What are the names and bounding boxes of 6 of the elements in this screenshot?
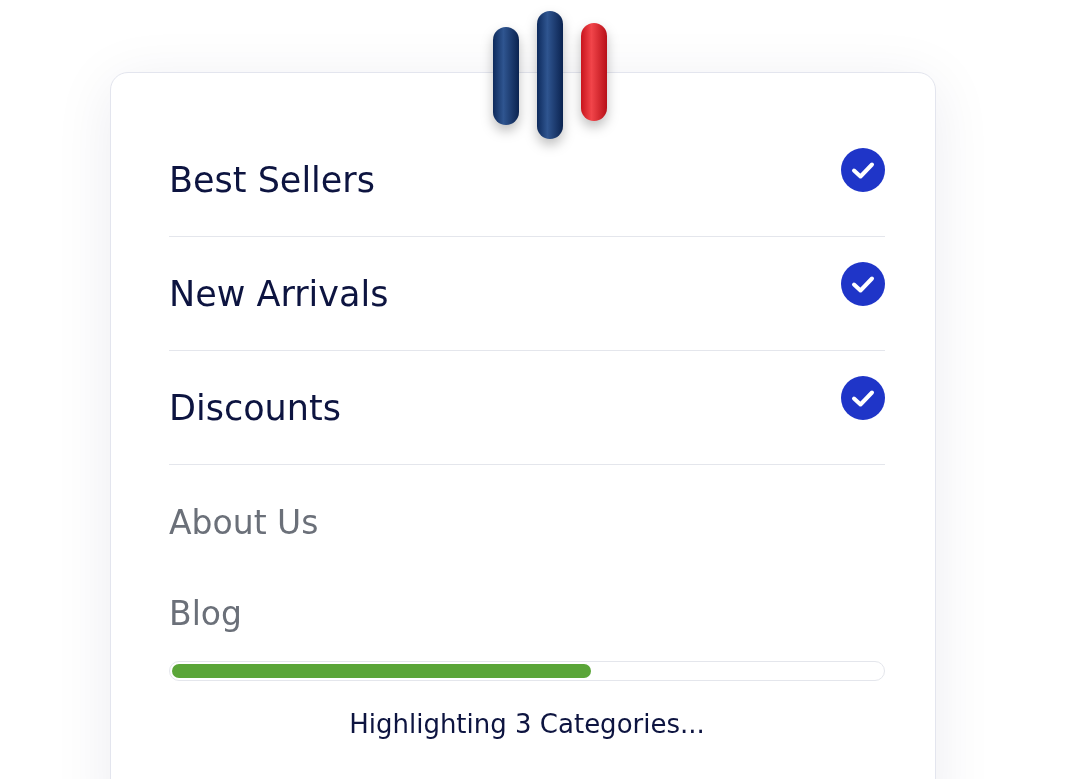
category-label[interactable]: Best Sellers <box>169 159 375 200</box>
category-label[interactable]: Discounts <box>169 387 341 428</box>
status-text: Highlighting 3 Categories... <box>349 709 705 739</box>
category-label[interactable]: Blog <box>169 594 242 633</box>
category-label[interactable]: New Arrivals <box>169 273 389 314</box>
category-label[interactable]: About Us <box>169 503 319 542</box>
